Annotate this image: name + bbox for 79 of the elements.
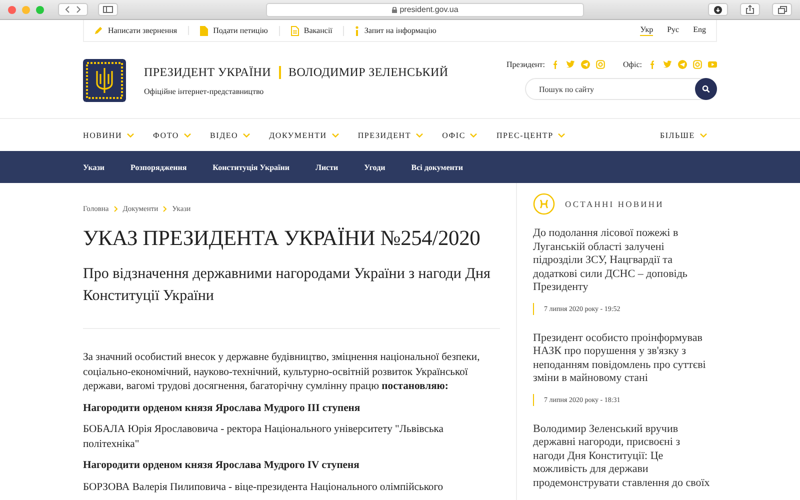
site-title: ПРЕЗИДЕНТ УКРАЇНИ: [144, 64, 272, 80]
chevron-icon: [184, 132, 191, 138]
top-link[interactable]: Запит на інформацію: [344, 26, 448, 36]
tabs-button[interactable]: [772, 3, 792, 16]
bird-icon[interactable]: [663, 60, 672, 69]
top-link[interactable]: Написати звернення: [94, 26, 190, 35]
paragraph: БОРЗОВА Валерія Пилиповича - віце-президента Національного олімпійського: [83, 480, 444, 494]
section-heading: Нагородити орденом князя Ярослава Мудрого IV ступеня: [83, 459, 360, 473]
news-link[interactable]: Володимир Зеленський вручив державні нагороди, присвоєні з нагоди Дня Конституції: Це можливість для держави продемонструвати ставлення до своїх: [533, 422, 711, 490]
news-logo-icon: [533, 193, 555, 215]
share-button[interactable]: [740, 3, 760, 16]
language-link[interactable]: Рус: [667, 25, 680, 36]
chevron-icon: [416, 132, 424, 138]
nav-item[interactable]: ПРЕС-ЦЕНТР: [496, 130, 566, 140]
paragraph: За значний особистий внесок у державне будівництво, зміцнення національної безпеки, соціально-економічний, науково-технічний, культурно-освітній розвиток Української держави, вагомі трудові досягнення, багаторічну сумлінну працю постановляю:: [83, 351, 481, 394]
top-link[interactable]: Подати петицію: [189, 26, 280, 36]
paragraph: БОБАЛА Юрія Ярославовича - ректора Національного університету "Львівська політехніка": [83, 423, 444, 452]
news-link[interactable]: До подолання лісової пожежі в Луганській області залучені підрозділи ЗСУ, Нацгвардії та додаткові сили ДСНС – доповідь Президенту: [533, 227, 711, 294]
subnav-link[interactable]: Листи: [315, 162, 338, 172]
chevrons-icon: [64, 6, 82, 13]
zoom-window-dot[interactable]: [36, 6, 44, 14]
minimize-window-dot[interactable]: [22, 6, 30, 14]
nav-item[interactable]: ОФІС: [442, 130, 478, 140]
chevron-icon: [700, 132, 707, 138]
file-icon: [200, 26, 208, 36]
language-link[interactable]: Укр: [640, 25, 654, 36]
address-bar[interactable]: president.gov.ua: [266, 2, 584, 16]
top-link[interactable]: Вакансії: [280, 26, 344, 36]
chevron-icon: [470, 132, 478, 138]
chevron-icon: [332, 132, 339, 138]
search-button[interactable]: [695, 78, 717, 100]
chevron-icon: [243, 132, 250, 138]
site-subtitle: Офіційне інтернет-представництво: [144, 86, 265, 96]
page-title: УКАЗ ПРЕЗИДЕНТА УКРАЇНИ №254/2020: [83, 226, 482, 251]
subnav-link[interactable]: Укази: [83, 162, 105, 172]
nav-item[interactable]: БІЛЬШЕ: [660, 130, 707, 140]
play-icon[interactable]: [708, 60, 717, 69]
sidebar-button[interactable]: [98, 3, 118, 16]
subnav-link[interactable]: Конституція України: [212, 162, 290, 172]
subnav-link[interactable]: Розпорядження: [130, 162, 187, 172]
nav-item[interactable]: ДОКУМЕНТИ: [269, 130, 339, 140]
sidebar-icon: [103, 6, 113, 13]
download-icon: [714, 6, 722, 14]
paper-plane-icon[interactable]: [581, 60, 590, 69]
language-link[interactable]: Eng: [693, 25, 706, 36]
chevron-right-icon: [163, 206, 168, 212]
chevron-icon: [127, 132, 134, 138]
camera-icon[interactable]: [693, 60, 702, 69]
nav-item[interactable]: НОВИНИ: [83, 130, 134, 140]
subnav-link[interactable]: Угоди: [364, 162, 386, 172]
trident-logo[interactable]: [83, 58, 126, 102]
nav-item[interactable]: ФОТО: [153, 130, 191, 140]
president-name: ВОЛОДИМИР ЗЕЛЕНСЬКИЙ: [288, 64, 448, 80]
section-heading: Нагородити орденом князя Ярослава Мудрого III ступеня: [83, 402, 362, 416]
paper-plane-icon[interactable]: [678, 60, 687, 69]
document-icon: [290, 26, 299, 36]
social-label: Офіс:: [623, 60, 642, 69]
back-forward-button[interactable]: [58, 3, 88, 16]
facebook-icon[interactable]: [648, 60, 657, 69]
news-link[interactable]: Президент особисто проінформував НАЗК про порушення у зв'язку з неподанням повідомлень про суттєві зміни в майновому стані: [533, 332, 711, 386]
download-button[interactable]: [708, 3, 728, 16]
page-subtitle: Про відзначення державними нагородами України з нагоди Дня Конституції України: [83, 263, 500, 329]
social-label: Президент:: [506, 60, 546, 69]
search-icon: [702, 85, 710, 93]
bird-icon[interactable]: [566, 60, 576, 69]
chevron-icon: [558, 132, 566, 138]
search-field[interactable]: Пошук по сайту: [537, 84, 671, 94]
search-bar[interactable]: Пошук по сайту: [525, 78, 717, 100]
info-icon: [355, 26, 360, 36]
nav-item[interactable]: ПРЕЗИДЕНТ: [358, 130, 424, 140]
share-icon: [746, 5, 754, 14]
sidebar-title: ОСТАННІ НОВИНИ: [565, 199, 664, 209]
close-window-dot[interactable]: [8, 6, 16, 14]
subnav-link[interactable]: Всі документи: [411, 162, 463, 172]
tabs-icon: [778, 6, 786, 14]
nav-item[interactable]: ВІДЕО: [210, 130, 250, 140]
chevron-right-icon: [114, 206, 118, 212]
camera-icon[interactable]: [596, 60, 606, 69]
pencil-icon: [94, 26, 103, 35]
